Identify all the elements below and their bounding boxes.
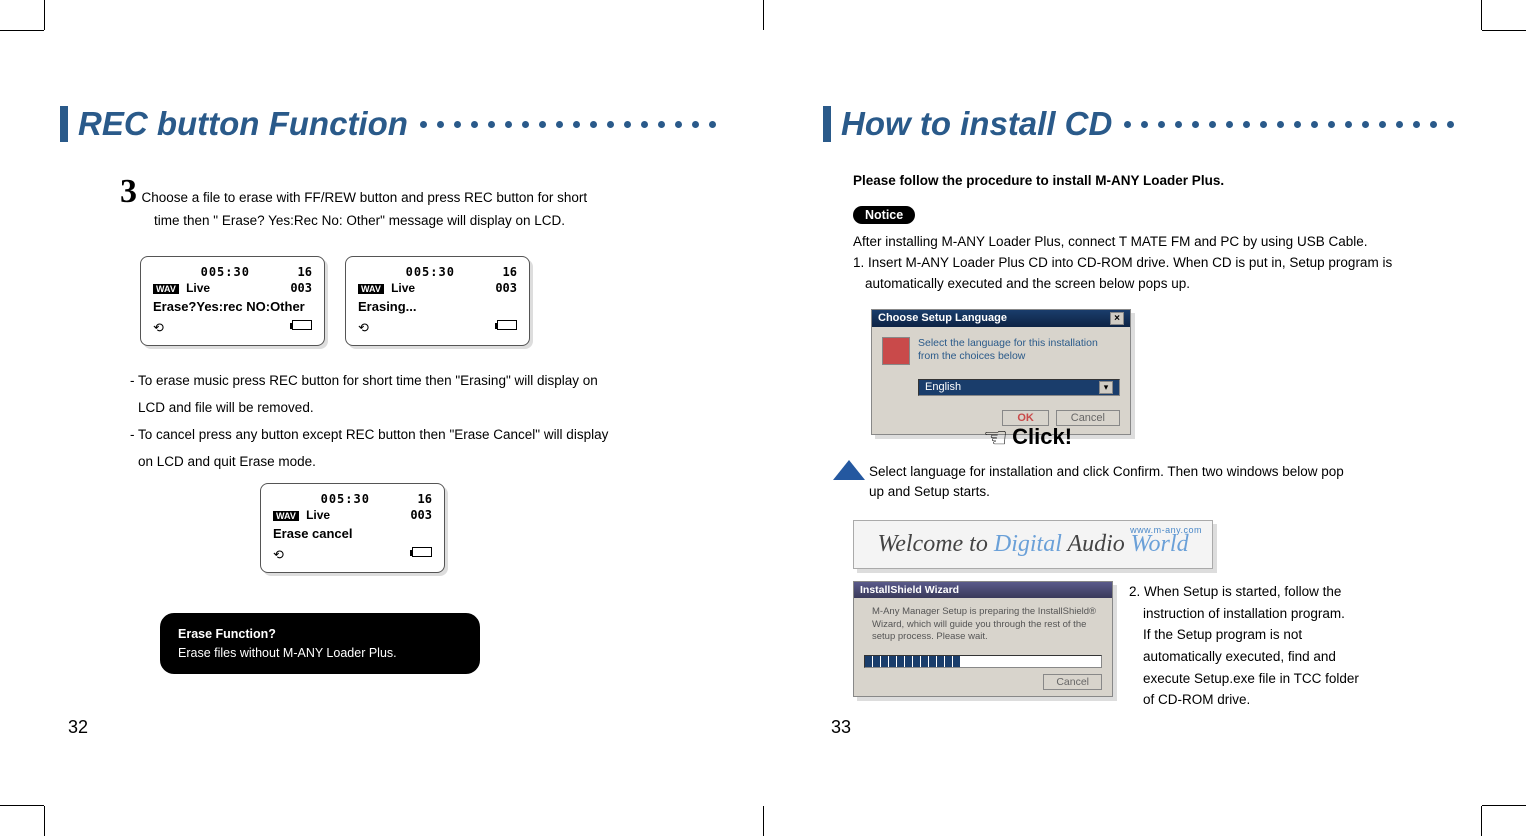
- lcd-message: Erasing...: [358, 299, 517, 314]
- after-click-a: Select language for installation and cli…: [869, 464, 1344, 479]
- lcd-format: WAV: [153, 284, 179, 294]
- triangle-bullet-icon: [833, 460, 865, 480]
- notice-badge: Notice: [853, 206, 915, 224]
- lcd-time: 005:30: [321, 492, 370, 506]
- battery-icon: [497, 320, 517, 330]
- welcome-b: Digital: [994, 531, 1068, 557]
- page-title-row: How to install CD: [823, 105, 1486, 143]
- lcd-track: Live: [186, 281, 210, 295]
- page-right: How to install CD Please follow the proc…: [763, 0, 1526, 836]
- repeat-icon: ⟲: [153, 320, 164, 336]
- chevron-down-icon: ▾: [1099, 381, 1113, 394]
- progress-bar: [864, 655, 1102, 668]
- choose-language-dialog: Choose Setup Language × Select the langu…: [871, 309, 1131, 435]
- paragraph-erase-1a: - To erase music press REC button for sh…: [130, 371, 683, 392]
- lcd-format: WAV: [358, 284, 384, 294]
- wizard-title: InstallShield Wizard: [854, 582, 1112, 598]
- lcd-track: Live: [391, 281, 415, 295]
- page-title: REC button Function: [78, 105, 408, 143]
- page-title: How to install CD: [841, 105, 1112, 143]
- repeat-icon: ⟲: [273, 547, 284, 563]
- step1-line-b: automatically executed and the screen be…: [865, 274, 1456, 295]
- step2-b: instruction of installation program.: [1143, 603, 1486, 625]
- paragraph-erase-1b: LCD and file will be removed.: [138, 398, 683, 419]
- paragraph-cancel-2b: on LCD and quit Erase mode.: [138, 452, 683, 473]
- lcd-count-r: 003: [410, 508, 432, 522]
- page-number: 33: [831, 717, 851, 738]
- lcd-count-r: 003: [290, 281, 312, 295]
- step-text-line2: time then " Erase? Yes:Rec No: Other" me…: [154, 211, 683, 231]
- click-label: Click!: [1012, 424, 1072, 450]
- note-title: Erase Function?: [178, 625, 462, 644]
- wizard-message: M-Any Manager Setup is preparing the Ins…: [872, 606, 1102, 643]
- battery-icon: [412, 547, 432, 557]
- click-callout: ☜ Click!: [983, 421, 1486, 454]
- erase-function-note: Erase Function? Erase files without M-AN…: [160, 613, 480, 675]
- page-left: REC button Function 3 Choose a file to e…: [0, 0, 763, 836]
- lcd-time: 005:30: [406, 265, 455, 279]
- title-accent-bar: [60, 106, 68, 142]
- welcome-c: Audio: [1067, 531, 1130, 557]
- lcd-track: Live: [306, 508, 330, 522]
- note-body: Erase files without M-ANY Loader Plus.: [178, 644, 462, 663]
- lcd-count-top: 16: [503, 265, 517, 279]
- title-accent-bar: [823, 106, 831, 142]
- notice-after-text: After installing M-ANY Loader Plus, conn…: [853, 234, 1367, 249]
- setup-icon: [882, 337, 910, 365]
- welcome-banner: www.m-any.com Welcome to Digital Audio W…: [853, 520, 1213, 569]
- installshield-wizard-dialog: InstallShield Wizard M-Any Manager Setup…: [853, 581, 1113, 697]
- title-dots: [1124, 121, 1486, 128]
- step2-e: execute Setup.exe file in TCC folder: [1143, 668, 1486, 690]
- step1-line-a: 1. Insert M-ANY Loader Plus CD into CD-R…: [853, 255, 1392, 270]
- step2-text: 2. When Setup is started, follow the ins…: [1129, 581, 1486, 711]
- dialog-message: Select the language for this installatio…: [918, 337, 1120, 364]
- step2-c: If the Setup program is not: [1143, 624, 1486, 646]
- step2-f: of CD-ROM drive.: [1143, 689, 1486, 711]
- bottom-row: InstallShield Wizard M-Any Manager Setup…: [853, 581, 1486, 711]
- step-text-line1: Choose a file to erase with FF/REW butto…: [141, 190, 587, 205]
- close-icon[interactable]: ×: [1110, 312, 1124, 325]
- lcd-message: Erase?Yes:rec NO:Other: [153, 299, 312, 314]
- repeat-icon: ⟲: [358, 320, 369, 336]
- lcd-format: WAV: [273, 511, 299, 521]
- dialog-titlebar: Choose Setup Language ×: [872, 310, 1130, 327]
- page-title-row: REC button Function: [60, 105, 723, 143]
- language-value: English: [925, 381, 961, 393]
- step2-d: automatically executed, find and: [1143, 646, 1486, 668]
- lcd-message: Erase cancel: [273, 526, 432, 541]
- welcome-a: Welcome to: [877, 531, 993, 557]
- lcd-count-r: 003: [495, 281, 517, 295]
- after-click-text: Select language for installation and cli…: [869, 462, 1486, 503]
- lcd-count-top: 16: [418, 492, 432, 506]
- lcd-time: 005:30: [201, 265, 250, 279]
- title-dots: [420, 121, 723, 128]
- lcd-count-top: 16: [298, 265, 312, 279]
- step-number: 3: [120, 173, 137, 210]
- intro-text: Please follow the procedure to install M…: [853, 173, 1486, 188]
- content-area: 3 Choose a file to erase with FF/REW but…: [100, 173, 683, 674]
- lcd-screens-row-2: 005:30 16 WAV Live 003 Erase cancel ⟲: [260, 483, 683, 573]
- language-dropdown[interactable]: English ▾: [918, 379, 1120, 396]
- after-click-b: up and Setup starts.: [869, 484, 990, 499]
- step2-a: 2. When Setup is started, follow the: [1129, 581, 1486, 603]
- wizard-cancel-button[interactable]: Cancel: [1043, 674, 1102, 690]
- step-3: 3 Choose a file to erase with FF/REW but…: [120, 173, 683, 231]
- lcd-screen-erasing: 005:30 16 WAV Live 003 Erasing... ⟲: [345, 256, 530, 346]
- lcd-screen-erase-prompt: 005:30 16 WAV Live 003 Erase?Yes:rec NO:Ot…: [140, 256, 325, 346]
- battery-icon: [292, 320, 312, 330]
- notice-body: After installing M-ANY Loader Plus, conn…: [853, 232, 1456, 295]
- banner-url: www.m-any.com: [1130, 525, 1202, 535]
- paragraph-cancel-2a: - To cancel press any button except REC …: [130, 425, 683, 446]
- dialog-title: Choose Setup Language: [878, 312, 1007, 325]
- page-number: 32: [68, 717, 88, 738]
- pointer-hand-icon: ☜: [983, 421, 1008, 454]
- lcd-screen-erase-cancel: 005:30 16 WAV Live 003 Erase cancel ⟲: [260, 483, 445, 573]
- lcd-screens-row-1: 005:30 16 WAV Live 003 Erase?Yes:rec NO:Ot…: [140, 256, 683, 346]
